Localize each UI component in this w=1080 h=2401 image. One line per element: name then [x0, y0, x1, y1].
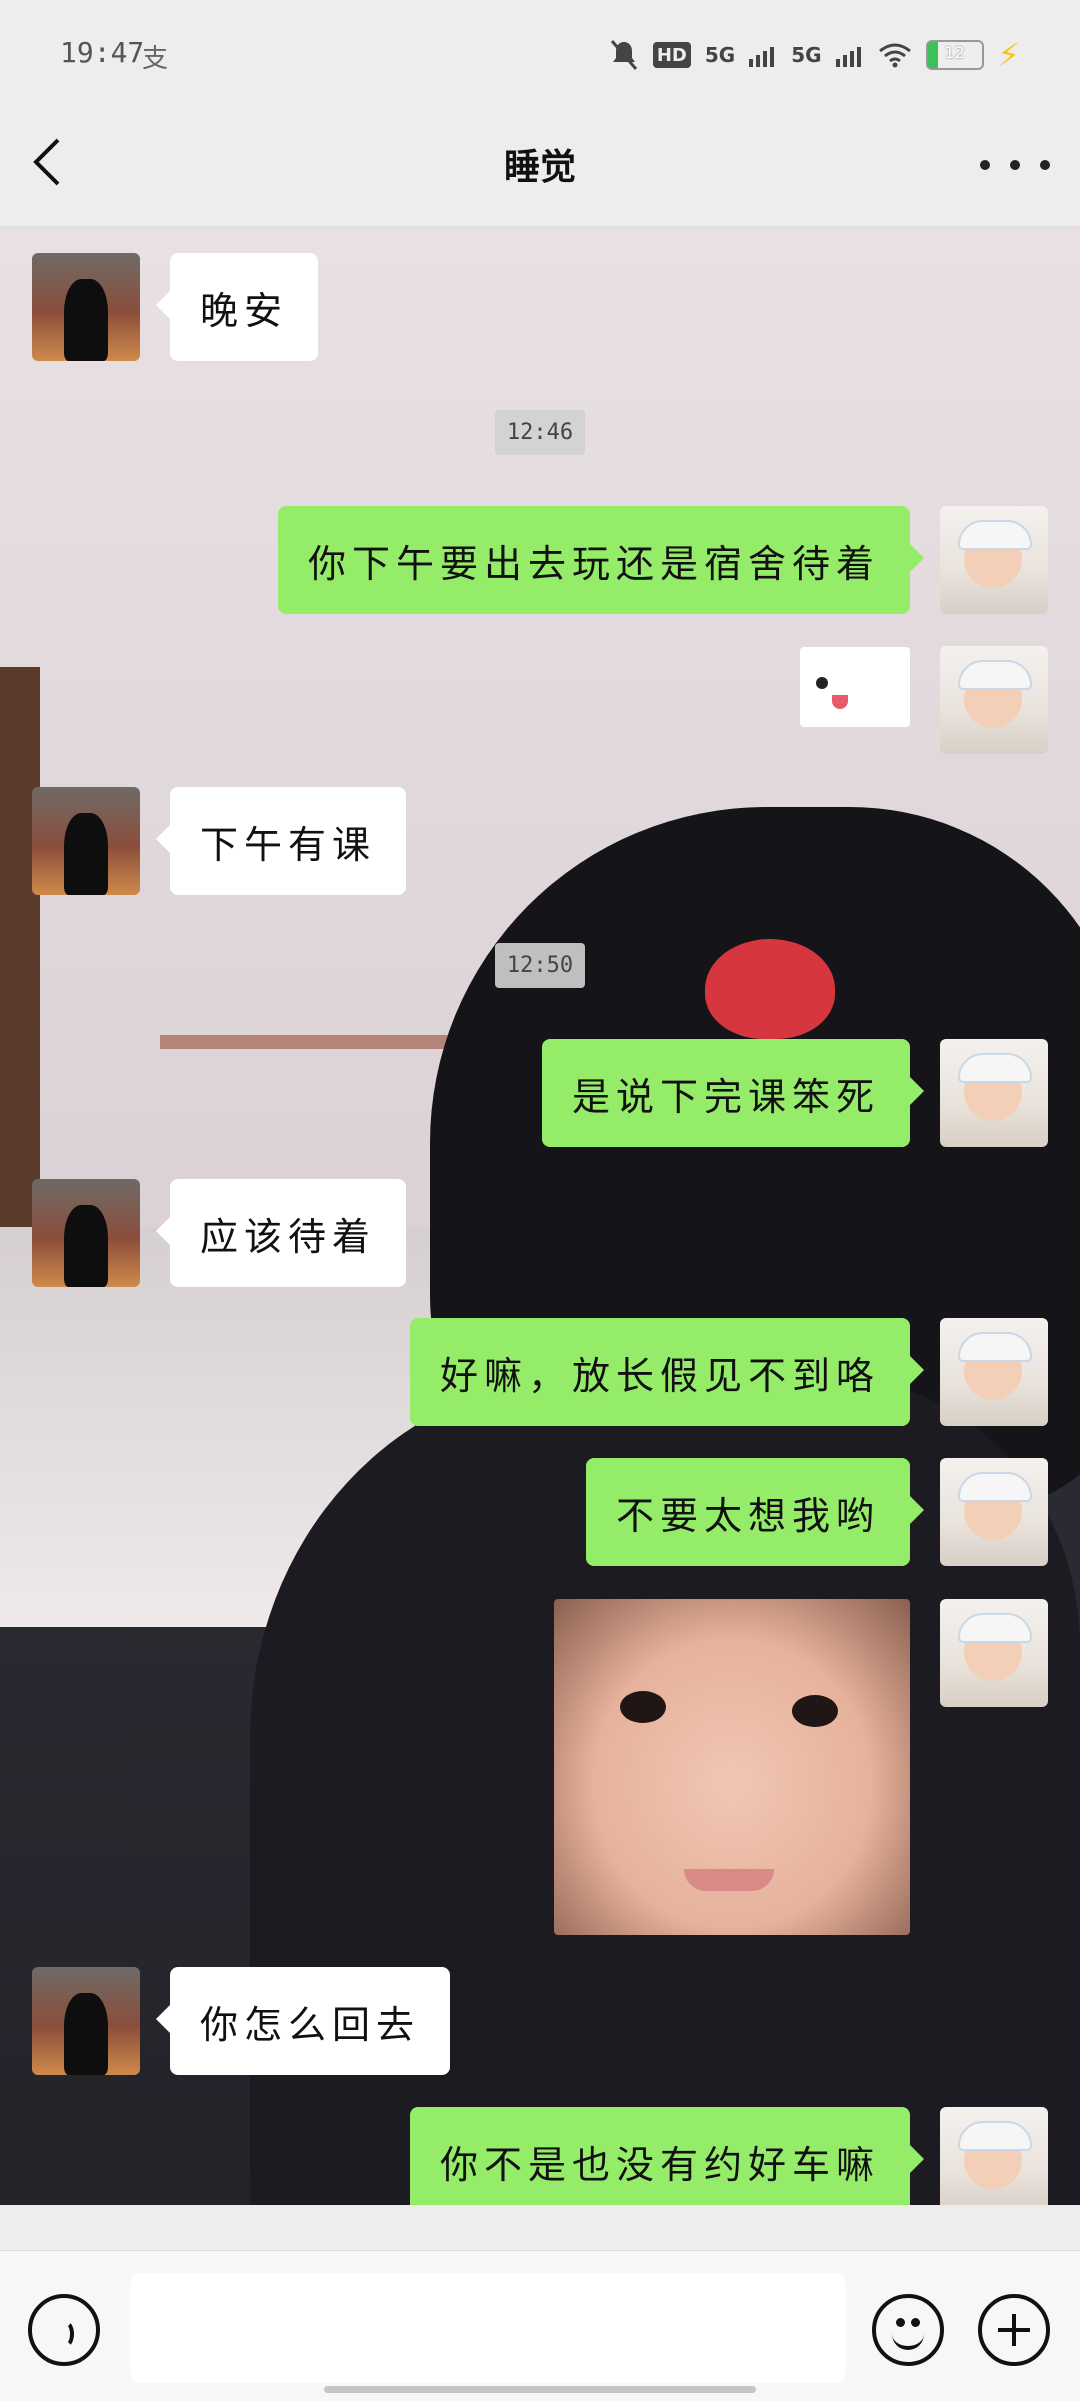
more-dots-icon — [980, 160, 990, 170]
received-message[interactable]: 你怎么回去 — [155, 1967, 451, 2075]
status-bar: 19:47 支 HD 5G 5G 12 ⚡ — [0, 0, 1080, 110]
contact-avatar[interactable] — [32, 1967, 140, 2075]
network-5g-2: 5G — [791, 43, 822, 67]
my-avatar[interactable] — [940, 2107, 1048, 2205]
battery-level: 12 — [944, 43, 965, 62]
message-input[interactable] — [130, 2273, 846, 2383]
my-avatar[interactable] — [940, 646, 1048, 754]
sent-message[interactable]: 你下午要出去玩还是宿舍待着 — [277, 506, 925, 614]
status-extra-icon: 支 — [142, 44, 169, 74]
status-icons: HD 5G 5G 12 ⚡ — [609, 36, 1020, 74]
timestamp: 12:50 — [0, 943, 1080, 988]
more-options-button[interactable] — [980, 140, 1050, 190]
plus-icon[interactable] — [978, 2294, 1050, 2366]
chat-header: 睡觉 — [0, 110, 1080, 227]
input-bar — [0, 2250, 1080, 2401]
sent-message[interactable]: 好嘛，放长假见不到咯 — [409, 1318, 925, 1426]
sent-sticker[interactable] — [554, 1599, 910, 1935]
battery-icon: 12 — [925, 40, 984, 70]
contact-avatar[interactable] — [32, 787, 140, 895]
my-avatar[interactable] — [940, 1318, 1048, 1426]
charging-bolt-icon: ⚡ — [997, 36, 1020, 74]
received-message[interactable]: 下午有课 — [155, 787, 407, 895]
my-avatar[interactable] — [940, 1458, 1048, 1566]
timestamp: 12:46 — [0, 410, 1080, 455]
chat-area[interactable]: 晚安 12:46 你下午要出去玩还是宿舍待着 下午有课 12:50 是说下完课笨… — [0, 227, 1080, 2205]
sent-message[interactable]: 是说下完课笨死 — [541, 1039, 925, 1147]
sent-sticker[interactable] — [800, 647, 910, 727]
sent-message[interactable]: 不要太想我哟 — [585, 1458, 925, 1566]
signal-icon-1 — [749, 47, 775, 67]
network-5g-1: 5G — [704, 43, 736, 67]
emoji-icon[interactable] — [872, 2294, 944, 2366]
mute-bell-icon — [610, 40, 637, 70]
received-message[interactable]: 晚安 — [155, 253, 319, 361]
hd-badge: HD — [652, 42, 691, 68]
my-avatar[interactable] — [940, 506, 1048, 614]
chat-title: 睡觉 — [503, 147, 576, 188]
wifi-icon — [878, 43, 911, 68]
contact-avatar[interactable] — [32, 253, 140, 361]
signal-icon-2 — [835, 47, 861, 67]
sent-message[interactable]: 你不是也没有约好车嘛 — [409, 2107, 925, 2205]
voice-icon[interactable] — [28, 2294, 100, 2366]
home-indicator[interactable] — [324, 2386, 756, 2393]
received-message[interactable]: 应该待着 — [155, 1179, 407, 1287]
my-avatar[interactable] — [940, 1039, 1048, 1147]
contact-avatar[interactable] — [32, 1179, 140, 1287]
my-avatar[interactable] — [940, 1599, 1048, 1707]
status-time: 19:47 — [60, 36, 145, 69]
